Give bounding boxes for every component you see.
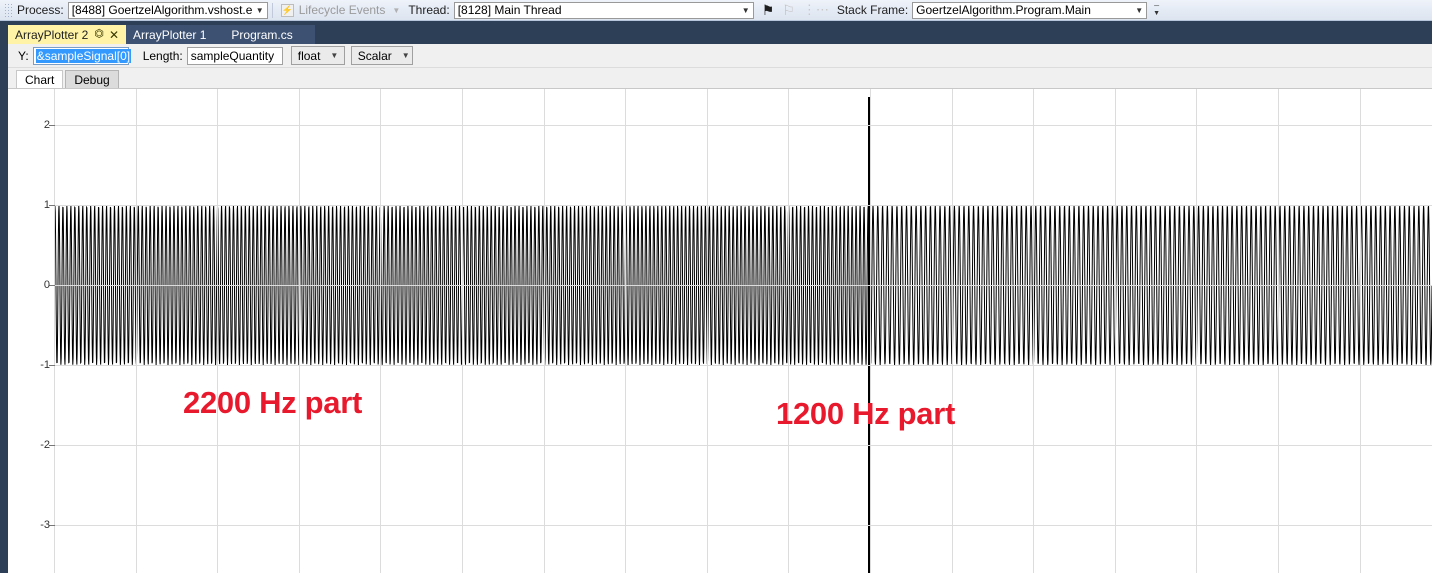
- gridline-vertical: [625, 89, 626, 573]
- chevron-down-icon: ▼: [741, 5, 750, 15]
- plotter-inner-tabs: Chart Debug: [8, 68, 1432, 89]
- stack-frame-combobox[interactable]: GoertzelAlgorithm.Program.Main ▼: [912, 1, 1148, 19]
- y-expression-input[interactable]: &sampleSignal[0]: [32, 46, 132, 65]
- document-tabstrip: ArrayPlotter 2 ⏣ ✕ ArrayPlotter 1 Progra…: [8, 25, 1432, 44]
- flag-icon[interactable]: ⚑: [762, 2, 775, 19]
- close-icon[interactable]: ✕: [109, 28, 119, 42]
- gridline-vertical: [1196, 89, 1197, 573]
- gridline-vertical: [54, 89, 55, 573]
- annotation-1200hz: 1200 Hz part: [776, 396, 956, 431]
- gridline-horizontal: [54, 205, 1432, 206]
- visual-studio-array-plotter-window: Process: [8488] GoertzelAlgorithm.vshost…: [0, 0, 1432, 573]
- gridline-horizontal: [54, 365, 1432, 366]
- plot-area[interactable]: 2 1 0 -1 -2 -3: [40, 89, 1432, 573]
- gridline-horizontal: [54, 525, 1432, 526]
- stack-frame-label: Stack Frame:: [836, 3, 909, 17]
- y-axis-tick-label: -3: [40, 519, 50, 531]
- y-expression-value: &sampleSignal[0]: [35, 48, 132, 63]
- thread-combobox[interactable]: [8128] Main Thread ▼: [453, 1, 754, 19]
- tab-label: Program.cs: [231, 27, 293, 42]
- chevron-down-icon: ▼: [330, 51, 339, 60]
- stack-frame-value: GoertzelAlgorithm.Program.Main: [916, 3, 1091, 17]
- gridline-vertical: [707, 89, 708, 573]
- tab-arrayplotter-1[interactable]: ArrayPlotter 1: [126, 25, 214, 44]
- process-combobox[interactable]: [8488] GoertzelAlgorithm.vshost.e ▼: [67, 1, 268, 19]
- y-axis-tick-label: 1: [43, 199, 50, 211]
- tab-chart[interactable]: Chart: [16, 70, 64, 89]
- tab-chart-label: Chart: [25, 72, 55, 87]
- gridline-horizontal: [54, 445, 1432, 446]
- mode-select[interactable]: Scalar ▼: [350, 46, 413, 65]
- gridline-vertical: [136, 89, 137, 573]
- tab-debug[interactable]: Debug: [65, 70, 119, 89]
- gridline-vertical: [544, 89, 545, 573]
- gridline-vertical: [870, 89, 871, 573]
- chart-panel: 2 1 0 -1 -2 -3 2200 Hz part 1200 Hz part: [8, 89, 1432, 573]
- plotter-parameter-bar: Y: &sampleSignal[0] Length: sampleQuanti…: [8, 44, 1432, 68]
- y-axis-tick-label: -1: [40, 359, 50, 371]
- length-value: sampleQuantity: [190, 48, 275, 63]
- left-accent-rail: [0, 25, 8, 573]
- debug-toolbar: Process: [8488] GoertzelAlgorithm.vshost…: [0, 0, 1432, 21]
- toolbar-separator: [271, 2, 273, 18]
- type-select[interactable]: float ▼: [290, 46, 345, 65]
- length-input[interactable]: sampleQuantity: [186, 46, 283, 65]
- lifecycle-events-label: Lifecycle Events: [298, 3, 386, 17]
- flag-outline-icon[interactable]: ⚐: [782, 2, 795, 19]
- gridline-horizontal: [54, 125, 1432, 126]
- length-label: Length:: [142, 48, 183, 63]
- thread-label: Thread:: [408, 3, 450, 17]
- toolbar-overflow-icon[interactable]: ─ ▼: [1153, 3, 1160, 17]
- signal-waveform: [54, 89, 1432, 573]
- gridline-vertical: [1033, 89, 1034, 573]
- tab-debug-label: Debug: [74, 72, 110, 87]
- gridline-vertical: [788, 89, 789, 573]
- gridline-vertical: [952, 89, 953, 573]
- gridline-vertical: [299, 89, 300, 573]
- tab-arrayplotter-2[interactable]: ArrayPlotter 2 ⏣ ✕: [8, 25, 127, 44]
- gridline-vertical: [1115, 89, 1116, 573]
- gridline-vertical: [1278, 89, 1279, 573]
- callstack-icon[interactable]: ⋮⋯: [803, 2, 829, 18]
- annotation-2200hz: 2200 Hz part: [183, 385, 363, 420]
- mode-select-value: Scalar: [357, 48, 392, 63]
- tab-label: ArrayPlotter 2: [15, 27, 89, 42]
- y-axis-tick-label: 0: [43, 279, 50, 291]
- tab-program-cs[interactable]: Program.cs: [213, 25, 315, 44]
- y-expression-label: Y:: [18, 48, 29, 63]
- gridline-vertical: [1360, 89, 1361, 573]
- tab-label: ArrayPlotter 1: [133, 27, 207, 42]
- pin-icon[interactable]: ⏣: [94, 29, 104, 40]
- lightning-icon: ⚡: [280, 3, 294, 17]
- y-axis-tick-label: 2: [43, 119, 50, 131]
- process-value: [8488] GoertzelAlgorithm.vshost.e: [71, 3, 253, 17]
- chevron-down-icon: ▼: [255, 5, 264, 15]
- process-label: Process:: [17, 3, 64, 17]
- gridline-vertical: [217, 89, 218, 573]
- y-axis-tick-label: -2: [40, 439, 50, 451]
- gridline-horizontal: [54, 285, 1432, 286]
- type-select-value: float: [297, 48, 321, 63]
- lifecycle-events-button[interactable]: ⚡ Lifecycle Events ▼: [280, 3, 401, 17]
- gridline-vertical: [380, 89, 381, 573]
- chevron-down-icon: ▼: [392, 5, 401, 15]
- chevron-down-icon: ▼: [401, 51, 410, 60]
- thread-value: [8128] Main Thread: [457, 3, 562, 17]
- gridline-vertical: [462, 89, 463, 573]
- chevron-down-icon: ▼: [1135, 5, 1144, 15]
- toolbar-drag-handle[interactable]: [4, 2, 12, 18]
